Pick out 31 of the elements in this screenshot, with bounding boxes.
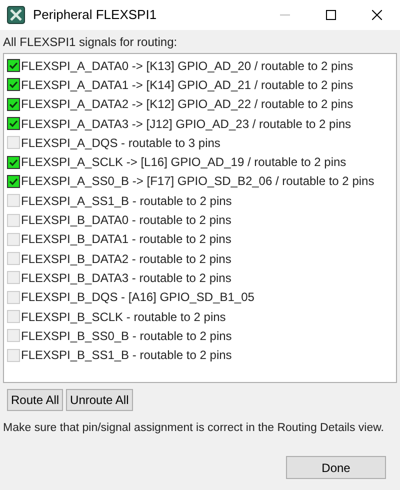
signal-label: FLEXSPI_A_SCLK -> [L16] GPIO_AD_19 / routable to 2 pins xyxy=(21,154,346,172)
app-icon xyxy=(7,6,25,24)
info-message: Make sure that pin/signal assignment is correct in the Routing Details view. xyxy=(3,421,385,436)
maximize-icon xyxy=(326,10,336,20)
route-button[interactable]: Unroute All xyxy=(66,389,133,411)
signal-label: FLEXSPI_A_SS0_B -> [F17] GPIO_SD_B2_06 / routable to 2 pins xyxy=(21,173,374,190)
checkbox[interactable] xyxy=(7,78,20,92)
signal-label: FLEXSPI_A_DQS - routable to 3 pins xyxy=(21,134,220,152)
signal-label: FLEXSPI_A_DATA1 -> [K14] GPIO_AD_21 / routable to 2 pins xyxy=(21,76,354,94)
signal-label: FLEXSPI_B_DATA0 - routable to 2 pins xyxy=(21,212,232,230)
signal-label: FLEXSPI_B_SS1_B - routable to 2 pins xyxy=(21,347,232,364)
signal-label: FLEXSPI_B_DQS - [A16] GPIO_SD_B1_05 xyxy=(21,289,254,306)
signal-label: FLEXSPI_A_DATA0 -> [K13] GPIO_AD_20 / routable to 2 pins xyxy=(21,58,354,75)
checkbox[interactable] xyxy=(7,117,20,130)
done-button[interactable]: Done xyxy=(286,456,386,480)
signal-label: FLEXSPI_A_DATA3 -> [J12] GPIO_AD_23 / routable to 2 pins xyxy=(21,116,352,133)
route-button[interactable]: Route All xyxy=(7,389,64,411)
checkbox[interactable] xyxy=(7,59,20,72)
checkbox[interactable] xyxy=(7,174,20,188)
signal-label: FLEXSPI_A_SS1_B - routable to 2 pins xyxy=(21,192,232,210)
signal-label: FLEXSPI_B_DATA1 - routable to 2 pins xyxy=(21,231,232,248)
window-title: Peripheral FLEXSPI1 xyxy=(33,6,157,24)
close-icon xyxy=(372,10,382,20)
signal-label: FLEXSPI_B_SCLK - routable to 2 pins xyxy=(21,308,226,326)
signal-label: FLEXSPI_A_DATA2 -> [K12] GPIO_AD_22 / routable to 2 pins xyxy=(21,96,354,114)
signal-label: FLEXSPI_B_DATA3 - routable to 2 pins xyxy=(21,270,232,287)
signal-label: FLEXSPI_B_DATA2 - routable to 2 pins xyxy=(21,250,232,268)
checkbox[interactable] xyxy=(7,98,20,111)
checkbox[interactable] xyxy=(7,156,20,169)
signal-label: FLEXSPI_B_SS0_B - routable to 2 pins xyxy=(21,328,232,345)
list-label: All FLEXSPI1 signals for routing: xyxy=(3,34,178,50)
